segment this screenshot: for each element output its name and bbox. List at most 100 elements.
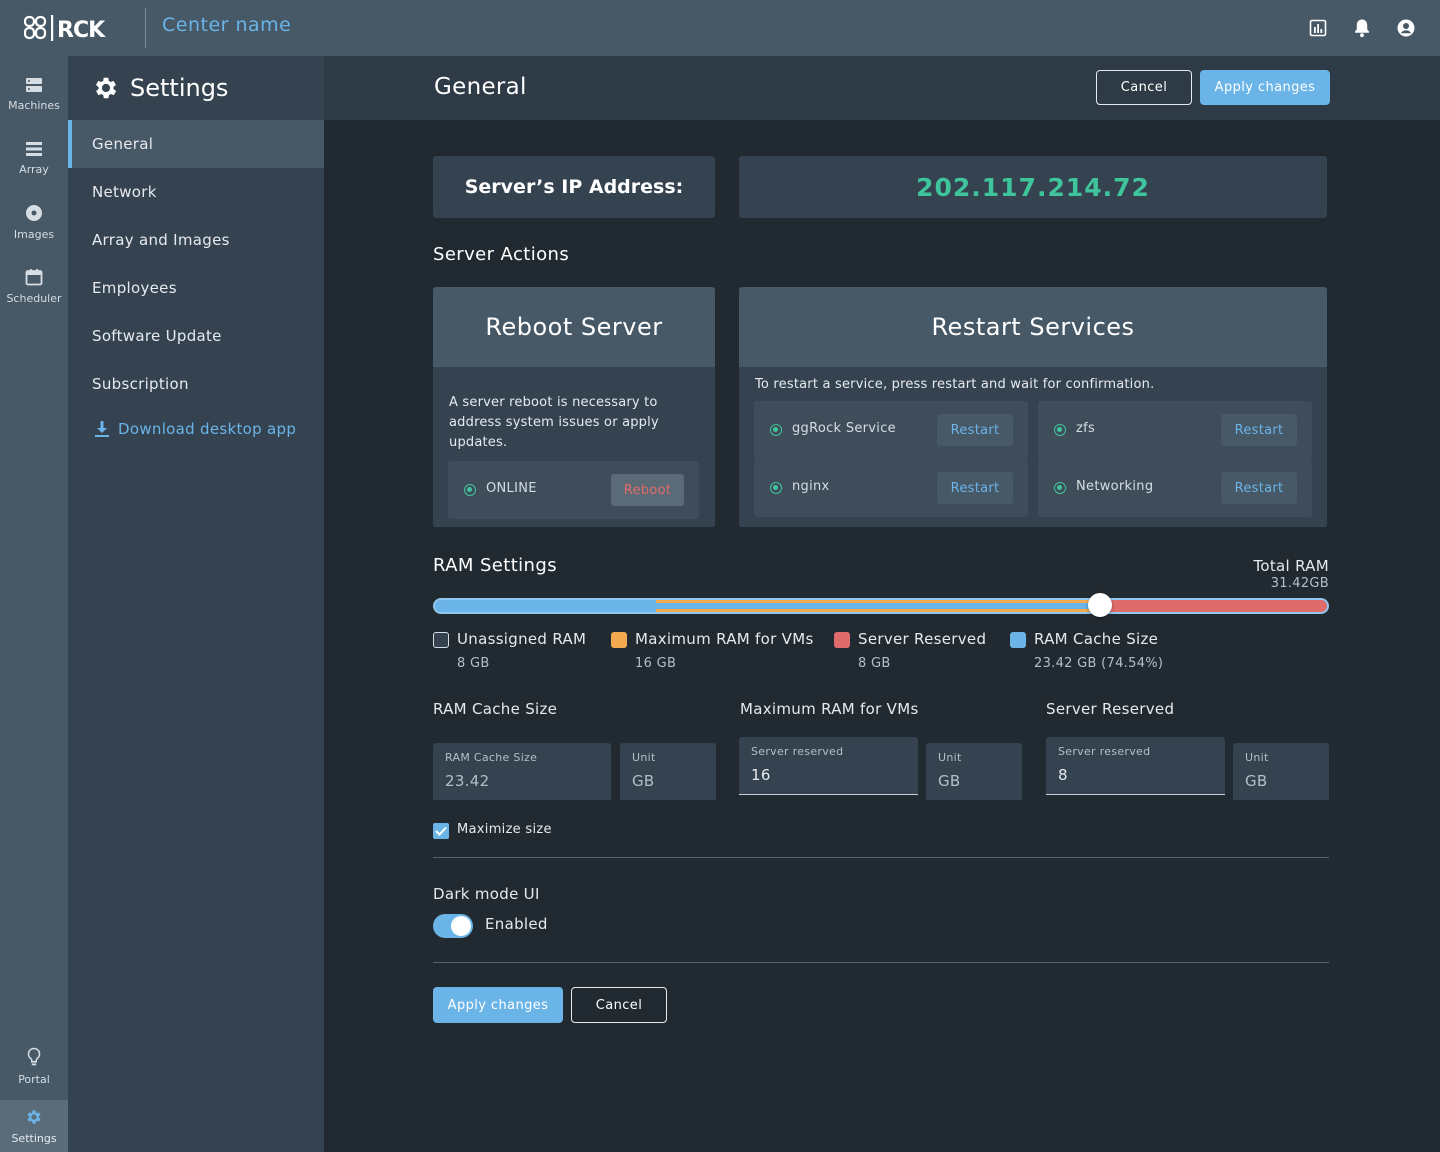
max-ram-vms-input[interactable]: Server reserved 16 xyxy=(739,737,918,795)
server-reserved-input[interactable]: Server reserved 8 xyxy=(1046,737,1225,795)
machines-icon xyxy=(26,77,42,92)
ram-slider-thumb[interactable] xyxy=(1087,593,1112,617)
rail-item-portal[interactable]: Portal xyxy=(0,1036,68,1096)
rail-item-array[interactable]: Array xyxy=(0,128,68,188)
reboot-button[interactable]: Reboot xyxy=(611,474,684,506)
sidebar-item-subscription[interactable]: Subscription xyxy=(68,360,324,408)
header-apply-changes-button[interactable]: Apply changes xyxy=(1200,70,1330,105)
svg-text:RCK: RCK xyxy=(57,18,106,42)
server-reserved-heading: Server Reserved xyxy=(1046,700,1175,718)
sidebar-item-network[interactable]: Network xyxy=(68,168,324,216)
sidebar-item-employees[interactable]: Employees xyxy=(68,264,324,312)
restart-zfs-button[interactable]: Restart xyxy=(1221,414,1297,446)
ggrock-logo-icon: RCK xyxy=(24,15,107,42)
section-divider xyxy=(433,962,1329,963)
section-divider xyxy=(433,857,1329,858)
legend-swatch xyxy=(1010,632,1026,648)
rail-item-machines[interactable]: Machines xyxy=(0,64,68,124)
legend-swatch xyxy=(433,632,449,648)
sidebar-item-general[interactable]: General xyxy=(68,120,324,168)
online-status-icon xyxy=(464,484,476,496)
field-label: Unit xyxy=(1245,751,1269,764)
server-status-row: ONLINE Reboot xyxy=(448,461,699,519)
download-label: Download desktop app xyxy=(118,420,297,438)
service-name: nginx xyxy=(792,479,830,494)
images-icon xyxy=(26,204,42,221)
stats-icon[interactable] xyxy=(1308,18,1328,38)
legend-label: Maximum RAM for VMs xyxy=(635,630,814,648)
server-status-text: ONLINE xyxy=(486,481,537,496)
legend-value: 23.42 GB (74.54%) xyxy=(1034,656,1164,671)
service-name: ggRock Service xyxy=(792,421,896,436)
legend-value: 8 GB xyxy=(858,656,891,671)
field-value: GB xyxy=(938,772,961,790)
settings-sidebar: Settings General Network Array and Image… xyxy=(68,56,324,1152)
max-ram-vms-heading: Maximum RAM for VMs xyxy=(740,700,919,718)
service-status-icon xyxy=(1054,482,1066,494)
sidebar-item-array-and-images[interactable]: Array and Images xyxy=(68,216,324,264)
legend-swatch xyxy=(834,632,850,648)
rail-label: Images xyxy=(13,227,55,241)
restart-services-card: Restart Services To restart a service, p… xyxy=(739,287,1327,527)
maximize-size-checkbox[interactable] xyxy=(433,823,449,839)
account-icon[interactable] xyxy=(1396,18,1416,38)
center-name[interactable]: Center name xyxy=(162,14,291,36)
rail-label: Portal xyxy=(18,1072,50,1086)
ram-cache-segment xyxy=(656,603,1100,609)
restart-services-title: Restart Services xyxy=(739,287,1327,367)
restart-networking-button[interactable]: Restart xyxy=(1221,472,1297,504)
field-value: 8 xyxy=(1058,766,1068,784)
total-ram-value: 31.42GB xyxy=(1270,576,1329,591)
ram-slider-track[interactable] xyxy=(433,598,1329,614)
service-row-ggrock: ggRock Service Restart xyxy=(754,401,1028,459)
dark-mode-toggle[interactable] xyxy=(433,914,473,938)
app-logo[interactable]: RCK xyxy=(24,13,128,43)
restart-ggrock-button[interactable]: Restart xyxy=(937,414,1013,446)
settings-icon xyxy=(27,1109,41,1124)
reboot-server-title: Reboot Server xyxy=(433,287,715,367)
field-label: Unit xyxy=(938,751,962,764)
reboot-server-body: A server reboot is necessary to address … xyxy=(433,367,715,527)
bell-icon[interactable] xyxy=(1352,18,1372,38)
legend-value: 8 GB xyxy=(457,656,490,671)
reboot-description: A server reboot is necessary to address … xyxy=(449,395,659,450)
field-label: Server reserved xyxy=(751,745,844,758)
portal-icon xyxy=(27,1047,41,1065)
header-cancel-button[interactable]: Cancel xyxy=(1096,70,1192,105)
ram-cache-unit-select[interactable]: Unit GB xyxy=(620,743,716,800)
rail-item-images[interactable]: Images xyxy=(0,192,68,252)
rail-item-scheduler[interactable]: Scheduler xyxy=(0,256,68,316)
server-reserved-unit-select[interactable]: Unit GB xyxy=(1233,743,1329,800)
array-icon xyxy=(26,141,42,156)
field-label: RAM Cache Size xyxy=(445,751,538,764)
max-ram-vms-unit-select[interactable]: Unit GB xyxy=(926,743,1022,800)
icon-rail: Machines Array Images Scheduler Portal S… xyxy=(0,56,68,1152)
toggle-knob xyxy=(451,916,471,936)
sidebar-title-label: Settings xyxy=(130,74,229,102)
rail-label: Array xyxy=(19,162,49,176)
service-row-zfs: zfs Restart xyxy=(1038,401,1312,459)
dark-mode-title: Dark mode UI xyxy=(433,885,540,903)
check-icon xyxy=(435,826,447,836)
server-actions-title: Server Actions xyxy=(433,244,570,265)
field-value: GB xyxy=(1245,772,1268,790)
gear-icon xyxy=(95,77,117,99)
footer-apply-changes-button[interactable]: Apply changes xyxy=(433,987,563,1023)
restart-description: To restart a service, press restart and … xyxy=(755,377,1155,392)
service-name: zfs xyxy=(1076,421,1096,436)
maximize-size-label: Maximize size xyxy=(457,822,552,837)
sidebar-item-software-update[interactable]: Software Update xyxy=(68,312,324,360)
footer-cancel-button[interactable]: Cancel xyxy=(571,987,667,1023)
download-desktop-app-link[interactable]: Download desktop app xyxy=(94,420,296,438)
total-ram-label: Total RAM xyxy=(1253,557,1329,575)
ram-cache-size-input[interactable]: RAM Cache Size 23.42 xyxy=(433,743,611,800)
ram-settings-title: RAM Settings xyxy=(433,555,557,576)
legend-label: Unassigned RAM xyxy=(457,630,587,648)
download-icon xyxy=(95,421,109,437)
field-value: 23.42 xyxy=(445,772,490,790)
rail-item-settings[interactable]: Settings xyxy=(0,1100,68,1152)
service-status-icon xyxy=(770,482,782,494)
field-value: 16 xyxy=(751,766,771,784)
restart-services-body: To restart a service, press restart and … xyxy=(739,367,1327,527)
restart-nginx-button[interactable]: Restart xyxy=(937,472,1013,504)
